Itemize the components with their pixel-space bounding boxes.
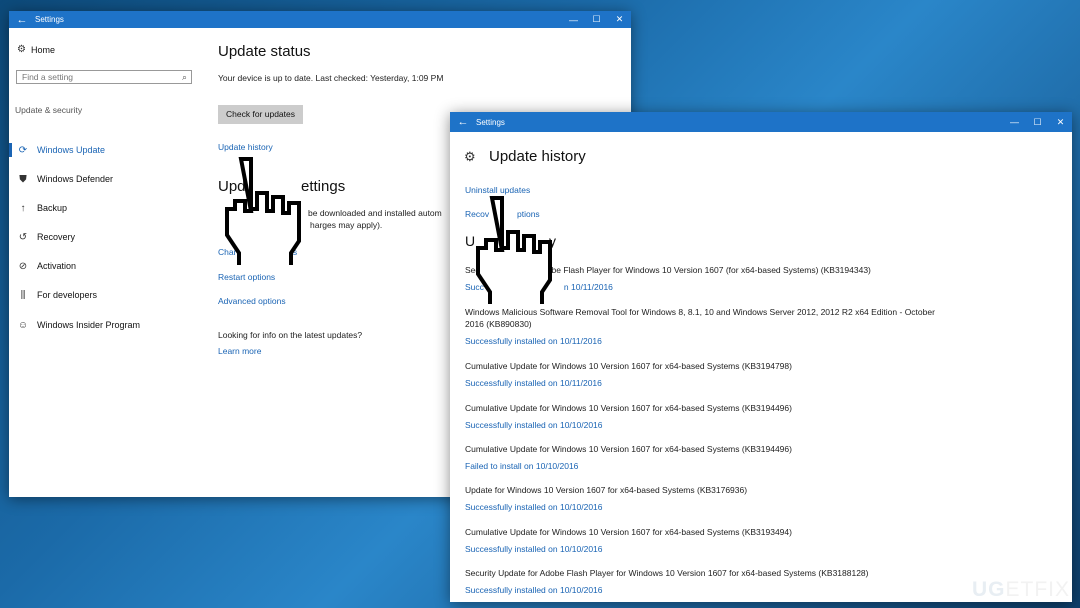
back-arrow-icon[interactable]: ← bbox=[9, 14, 35, 26]
update-title: Cumulative Update for Windows 10 Version… bbox=[465, 361, 792, 371]
list-item: Cumulative Update for Windows 10 Version… bbox=[465, 360, 1045, 388]
sidebar-item-insider-program[interactable]: ☺ Windows Insider Program bbox=[9, 315, 209, 335]
sidebar-item-label: For developers bbox=[37, 290, 98, 300]
sidebar-item-windows-update[interactable]: ⟳ Windows Update bbox=[9, 140, 209, 160]
logo-part-2: ETFIX bbox=[1005, 578, 1070, 601]
logo-part-1: UG bbox=[971, 578, 1006, 601]
insider-icon: ☺ bbox=[17, 319, 29, 331]
update-status-end[interactable]: n 10/11/2016 bbox=[564, 282, 613, 292]
update-title: Cumulative Update for Windows 10 Version… bbox=[465, 444, 792, 454]
developer-icon: ⫼ bbox=[20, 289, 26, 301]
update-title: Security Update for Adobe Flash Player f… bbox=[465, 568, 869, 578]
sidebar-item-label: Backup bbox=[37, 203, 68, 213]
update-title-end: Adobe Flash Player for Windows 10 Versio… bbox=[536, 265, 871, 275]
sidebar-item-recovery[interactable]: ↺ Recovery bbox=[9, 227, 209, 247]
backup-arrow-icon: ↑ bbox=[20, 202, 26, 214]
hand-pointer-cursor bbox=[476, 196, 552, 304]
sidebar-item-windows-defender[interactable]: ⛊ Windows Defender bbox=[9, 169, 209, 189]
maximize-button[interactable]: ☐ bbox=[585, 14, 608, 25]
sidebar-item-for-developers[interactable]: ⫼ For developers bbox=[9, 285, 209, 305]
update-title: Windows Malicious Software Removal Tool … bbox=[465, 307, 935, 329]
list-item: Cumulative Update for Windows 10 Version… bbox=[465, 526, 1045, 554]
sidebar-item-label: Activation bbox=[37, 261, 77, 271]
sidebar-item-label: Windows Update bbox=[37, 145, 106, 155]
ugetfix-logo: UGETFIX bbox=[972, 578, 1070, 602]
recovery-icon: ↺ bbox=[18, 231, 28, 243]
update-status-link[interactable]: Successfully installed on 10/11/2016 bbox=[465, 378, 1045, 388]
update-status-link[interactable]: Successfully installed on 10/11/2016 bbox=[465, 336, 935, 346]
list-item: Cumulative Update for Windows 10 Version… bbox=[465, 402, 1045, 430]
update-status-text: Your device is up to date. Last checked:… bbox=[218, 73, 444, 83]
update-history-link[interactable]: Update history bbox=[218, 142, 273, 152]
sidebar: ⚙ Home Find a setting ⌕ Update & securit… bbox=[9, 28, 209, 497]
hand-pointer-cursor bbox=[225, 157, 301, 265]
update-status-link[interactable]: Successfully installed on 10/10/2016 bbox=[465, 420, 1045, 430]
list-item: Security Update for Adobe Flash Player f… bbox=[465, 567, 1045, 595]
search-icon[interactable]: ⌕ bbox=[182, 71, 187, 83]
uninstall-updates-link[interactable]: Uninstall updates bbox=[465, 185, 530, 195]
advanced-options-link[interactable]: Advanced options bbox=[218, 296, 286, 306]
refresh-icon: ⟳ bbox=[18, 144, 28, 156]
page-title: Update history bbox=[489, 148, 586, 165]
sidebar-item-label: Recovery bbox=[37, 232, 76, 242]
minimize-button[interactable]: — bbox=[1003, 117, 1026, 127]
close-button[interactable]: ✕ bbox=[1049, 117, 1072, 128]
sidebar-item-activation[interactable]: ⊘ Activation bbox=[9, 256, 209, 276]
search-placeholder: Find a setting bbox=[22, 72, 74, 82]
shield-icon: ⛊ bbox=[19, 173, 27, 185]
settings-window-update-history: ← Settings — ☐ ✕ ⚙ Update history Uninst… bbox=[450, 112, 1072, 602]
list-item: Update for Windows 10 Version 1607 for x… bbox=[465, 484, 1045, 512]
page-title: Update status bbox=[218, 43, 311, 60]
check-for-updates-button[interactable]: Check for updates bbox=[218, 105, 303, 124]
sidebar-item-label: Windows Insider Program bbox=[37, 320, 141, 330]
restart-options-link[interactable]: Restart options bbox=[218, 272, 275, 282]
maximize-button[interactable]: ☐ bbox=[1026, 117, 1049, 128]
update-title: Update for Windows 10 Version 1607 for x… bbox=[465, 485, 748, 495]
close-button[interactable]: ✕ bbox=[608, 14, 631, 25]
update-status-link[interactable]: Successfully installed on 10/10/2016 bbox=[465, 585, 1045, 595]
learn-more-link[interactable]: Learn more bbox=[218, 346, 261, 356]
window-title: Settings bbox=[35, 15, 64, 24]
update-title: Cumulative Update for Windows 10 Version… bbox=[465, 527, 792, 537]
update-status-link[interactable]: Successfully installed on 10/10/2016 bbox=[465, 544, 1045, 554]
update-status-link[interactable]: Failed to install on 10/10/2016 bbox=[465, 461, 1045, 471]
window-title: Settings bbox=[476, 117, 505, 127]
title-bar: ← Settings — ☐ ✕ bbox=[9, 11, 631, 28]
home-label: Home bbox=[31, 44, 56, 55]
check-circle-icon: ⊘ bbox=[18, 260, 28, 272]
info-question-text: Looking for info on the latest updates? bbox=[218, 330, 363, 340]
back-arrow-icon[interactable]: ← bbox=[450, 116, 476, 128]
update-title: Cumulative Update for Windows 10 Version… bbox=[465, 403, 792, 413]
search-input[interactable]: Find a setting ⌕ bbox=[16, 70, 192, 84]
list-item: Cumulative Update for Windows 10 Version… bbox=[465, 443, 1045, 471]
list-item: Windows Malicious Software Removal Tool … bbox=[465, 306, 935, 346]
sidebar-item-backup[interactable]: ↑ Backup bbox=[9, 198, 209, 218]
gear-icon: ⚙ bbox=[464, 149, 476, 164]
settings-desc-line1: be downloaded and installed autom bbox=[308, 208, 442, 218]
update-status-link[interactable]: Successfully installed on 10/10/2016 bbox=[465, 502, 1045, 512]
section-label: Update & security bbox=[15, 105, 83, 115]
sidebar-item-label: Windows Defender bbox=[37, 174, 114, 184]
update-settings-heading-end: ettings bbox=[301, 178, 346, 195]
minimize-button[interactable]: — bbox=[562, 15, 585, 25]
home-link[interactable]: ⚙ Home bbox=[17, 44, 55, 55]
gear-icon: ⚙ bbox=[17, 44, 26, 55]
settings-desc-line2: harges may apply). bbox=[310, 220, 383, 230]
title-bar: ← Settings — ☐ ✕ bbox=[450, 112, 1072, 132]
